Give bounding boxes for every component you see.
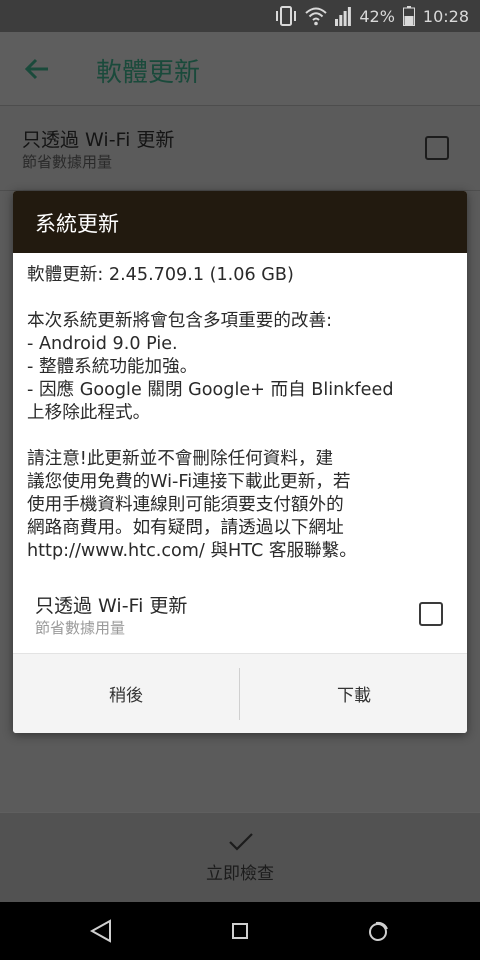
- recents-icon[interactable]: [364, 917, 392, 945]
- battery-icon: [402, 6, 415, 26]
- battery-percent: 42%: [359, 6, 395, 26]
- clock: 10:28: [422, 6, 469, 26]
- version-line: 軟體更新: 2.45.709.1 (1.06 GB): [27, 265, 294, 285]
- option-title: 只透過 Wi-Fi 更新: [35, 595, 188, 617]
- dialog-title: 系統更新: [35, 212, 119, 236]
- check-now-label: 立即檢查: [206, 864, 274, 884]
- list-item: 上移除此程式。: [27, 403, 151, 423]
- wifi-icon: [305, 7, 327, 26]
- list-item: - 因應 Google 關閉 Google+ 而自 Blinkfeed: [27, 380, 394, 400]
- notice-line: 網路商費用。如有疑問，請透過以下網址: [27, 518, 344, 538]
- check-icon: [229, 833, 253, 851]
- dialog-button-bar: 稍後 下載: [13, 654, 467, 733]
- setting-title: 只透過 Wi-Fi 更新: [22, 129, 175, 151]
- status-icons: 42% 10:28: [275, 5, 469, 27]
- option-subtitle: 節省數據用量: [35, 619, 126, 637]
- notice-line: http://www.htc.com/ 與HTC 客服聯繫。: [27, 541, 357, 561]
- app-bar: 軟體更新: [0, 32, 480, 106]
- list-item: - 整體系統功能加強。: [27, 357, 198, 377]
- wifi-only-checkbox[interactable]: [425, 136, 449, 160]
- download-button[interactable]: 下載: [241, 654, 467, 733]
- wifi-only-setting-row[interactable]: 只透過 Wi-Fi 更新 節省數據用量: [0, 107, 480, 191]
- setting-subtitle: 節省數據用量: [22, 153, 113, 171]
- signal-icon: [335, 7, 352, 26]
- system-update-dialog: 系統更新 軟體更新: 2.45.709.1 (1.06 GB) 本次系統更新將會…: [13, 191, 467, 733]
- back-triangle-icon[interactable]: [88, 917, 116, 945]
- status-bar: 42% 10:28: [0, 0, 480, 32]
- intro-text: 本次系統更新將會包含多項重要的改善:: [27, 311, 333, 331]
- list-item: - Android 9.0 Pie.: [27, 334, 178, 354]
- notice-line: 使用手機資料連線則可能須要支付額外的: [27, 495, 344, 515]
- dialog-wifi-only-checkbox[interactable]: [419, 602, 443, 626]
- check-now-button[interactable]: 立即檢查: [0, 812, 480, 902]
- dialog-header: 系統更新: [13, 191, 467, 253]
- button-divider: [239, 668, 240, 720]
- arrow-left-icon[interactable]: [22, 54, 52, 84]
- later-button[interactable]: 稍後: [13, 654, 239, 733]
- notice-line: 請注意!此更新並不會刪除任何資料，建: [27, 449, 334, 469]
- notice-line: 議您使用免費的Wi-Fi連接下載此更新，若: [27, 472, 351, 492]
- vibrate-icon: [276, 6, 297, 26]
- page-title: 軟體更新: [96, 58, 201, 88]
- home-square-icon[interactable]: [226, 917, 254, 945]
- dialog-wifi-only-option[interactable]: 只透過 Wi-Fi 更新 節省數據用量: [13, 586, 467, 654]
- dialog-body: 軟體更新: 2.45.709.1 (1.06 GB) 本次系統更新將會包含多項重…: [27, 264, 463, 563]
- navigation-bar: [0, 902, 480, 960]
